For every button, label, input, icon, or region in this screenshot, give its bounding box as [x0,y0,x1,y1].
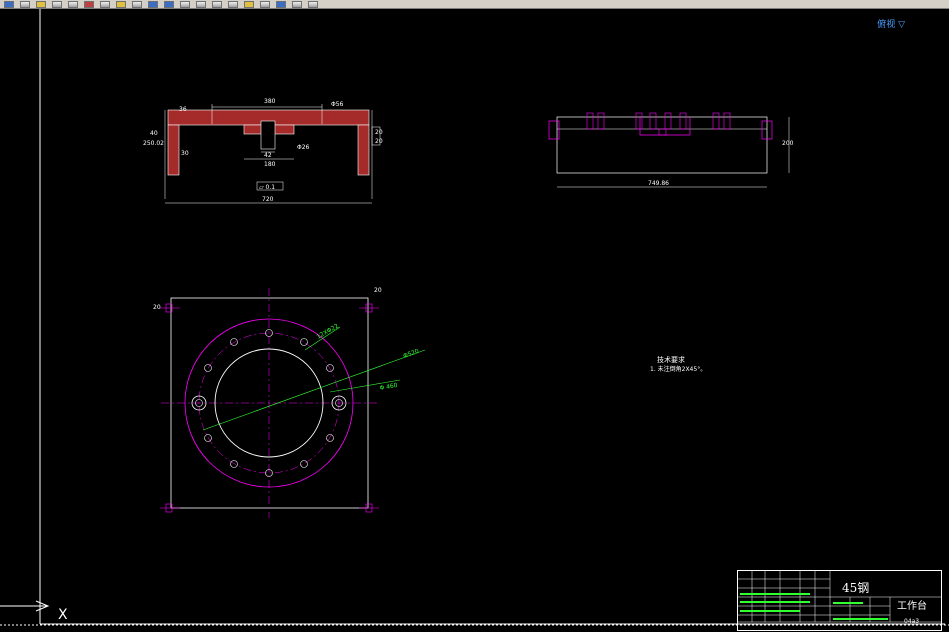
match-properties-icon[interactable] [132,0,142,8]
undo-icon[interactable] [148,0,158,8]
plan-dim-left: 20 [153,304,161,311]
dim-dia-big: Φ520 [402,348,420,360]
side-dim-width: 749.86 [648,180,669,187]
dim-left-h: 40 [150,130,158,137]
paste-icon[interactable] [116,0,126,8]
zoom-previous-icon[interactable] [228,0,238,8]
design-center-icon[interactable] [260,0,270,8]
right-leg-hatch [357,124,370,176]
plan-corner-marks [160,303,379,513]
leader-dia-big [202,349,426,431]
toolbar [0,0,949,9]
dim-overall: 720 [262,196,274,203]
dim-top-hole: Φ56 [331,101,344,108]
part-name-label: 工作台 [897,601,927,612]
zoom-icon[interactable] [196,0,206,8]
zoom-window-icon[interactable] [212,0,222,8]
front-section-view: 380 36 Φ56 40 250.02 30 42 180 Φ26 20 20… [143,98,383,204]
side-bolt-holes [586,112,731,130]
pan-icon[interactable] [180,0,190,8]
dim-inner-a: 30 [181,150,189,157]
material-label: 45钢 [842,581,870,595]
copy-icon[interactable] [100,0,110,8]
dim-slot-h: Φ26 [297,144,310,151]
plan-dim-right: 20 [374,287,382,294]
ucs-x-label: X [58,607,68,623]
tool-palette-icon[interactable] [276,0,286,8]
part-code-label: 04a3 [904,618,920,625]
dim-left-h2: 250.02 [143,140,164,147]
help-icon[interactable] [308,0,318,8]
dim-slot-w2: 180 [264,161,276,168]
save-icon[interactable] [36,0,46,8]
left-leg-hatch [167,124,180,176]
hole-callout: 12XΦ22 [316,323,341,341]
view-cube-label[interactable]: 俯视 ▽ [877,17,905,30]
side-left-clamp [548,120,560,140]
flatness-callout: ⏥ 0.1 [259,184,275,191]
side-body [556,116,768,174]
dim-pcd: Φ 460 [379,382,398,392]
side-center-hole [658,128,667,136]
drawing-canvas[interactable]: 380 36 Φ56 40 250.02 30 42 180 Φ26 20 20… [0,9,949,631]
dim-right-h: 20 [375,129,383,136]
side-view: 749.86 200 [548,112,794,188]
dim-right-h2: 20 [375,138,383,145]
center-slot [260,120,276,150]
calculator-icon[interactable] [292,0,302,8]
cut-icon[interactable] [84,0,94,8]
dim-top-width: 380 [264,98,276,105]
side-dim-height: 200 [782,140,794,147]
ucs-icon [0,600,50,612]
dim-slot-w: 42 [264,152,272,159]
print-icon[interactable] [52,0,62,8]
redo-icon[interactable] [164,0,174,8]
new-icon[interactable] [4,0,14,8]
plan-view: 12XΦ22 Φ520 Φ 460 20 20 [153,287,426,518]
open-icon[interactable] [20,0,30,8]
technical-requirements-text: 1. 未注倒角2X45°。 [650,366,707,373]
properties-icon[interactable] [244,0,254,8]
preview-icon[interactable] [68,0,78,8]
dim-top-small: 36 [179,106,187,113]
drawing-svg: 380 36 Φ56 40 250.02 30 42 180 Φ26 20 20… [0,9,949,626]
